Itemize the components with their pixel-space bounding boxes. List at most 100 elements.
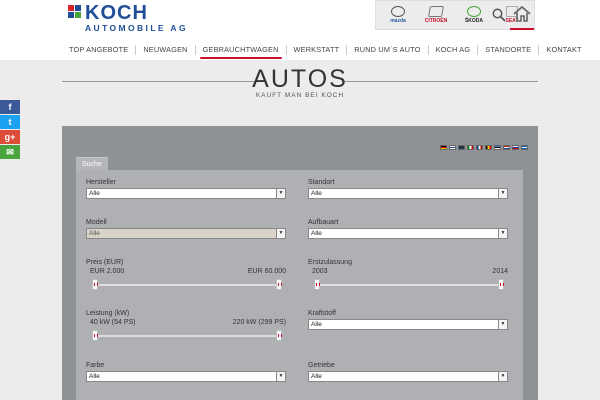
- flag-it-icon[interactable]: [467, 145, 474, 150]
- leistung-max: 220 kW (299 PS): [232, 319, 286, 326]
- tab-suche[interactable]: Suche: [76, 157, 108, 170]
- modell-select: Alle ▼: [86, 228, 286, 239]
- preis-max-handle[interactable]: [276, 279, 282, 290]
- modell-label: Modell: [86, 219, 107, 226]
- erstzulassung-range-values: 2003 2014: [308, 268, 508, 278]
- leistung-min: 40 kW (54 PS): [90, 319, 136, 326]
- flag-fr-icon[interactable]: [476, 145, 483, 150]
- aufbauart-value: Alle: [311, 230, 322, 237]
- chevron-down-icon: ▼: [276, 189, 285, 198]
- leistung-min-handle[interactable]: [92, 330, 98, 341]
- facebook-button[interactable]: f: [0, 100, 20, 114]
- field-hersteller: Hersteller Alle ▼: [86, 179, 286, 199]
- chevron-down-icon: ▼: [498, 320, 507, 329]
- preis-min: EUR 2.000: [90, 268, 125, 275]
- social-bar: f t g+ ✉: [0, 100, 20, 160]
- koch-logo[interactable]: KOCH AUTOMOBILE AG: [68, 2, 186, 35]
- nav-top-angebote[interactable]: TOP ANGEBOTE: [62, 40, 135, 60]
- erstzulassung-max-handle[interactable]: [498, 279, 504, 290]
- hersteller-label: Hersteller: [86, 179, 116, 186]
- search-button[interactable]: [488, 0, 510, 30]
- standort-value: Alle: [311, 190, 322, 197]
- brand-label: mazda: [390, 18, 406, 24]
- page-subtitle: KAUFT MAN BEI KOCH: [255, 92, 345, 99]
- field-preis: Preis (EUR) EUR 2.000 EUR 60.000: [86, 259, 286, 292]
- brand-mazda[interactable]: mazda: [387, 4, 409, 26]
- chevron-down-icon: ▼: [498, 372, 507, 381]
- preis-label: Preis (EUR): [86, 259, 124, 266]
- kraftstoff-value: Alle: [311, 321, 322, 328]
- flag-fi-icon[interactable]: [449, 145, 456, 150]
- mail-button[interactable]: ✉: [0, 145, 20, 159]
- twitter-button[interactable]: t: [0, 115, 20, 129]
- leistung-label: Leistung (kW): [86, 310, 130, 317]
- erstzulassung-slider[interactable]: [308, 278, 508, 292]
- language-flags: [440, 145, 528, 150]
- flag-be-icon[interactable]: [485, 145, 492, 150]
- twitter-icon: t: [8, 117, 12, 127]
- aufbauart-label: Aufbauart: [308, 219, 339, 226]
- mail-icon: ✉: [6, 146, 14, 157]
- nav-neuwagen[interactable]: NEUWAGEN: [136, 40, 194, 60]
- flag-ru-icon[interactable]: [512, 145, 519, 150]
- chevron-down-icon: ▼: [276, 372, 285, 381]
- erstzulassung-min-handle[interactable]: [314, 279, 320, 290]
- brand-label: ŠKODA: [464, 18, 484, 24]
- leistung-range-values: 40 kW (54 PS) 220 kW (299 PS): [86, 319, 286, 329]
- preis-min-handle[interactable]: [92, 279, 98, 290]
- nav-standorte[interactable]: STANDORTE: [478, 40, 538, 60]
- preis-max: EUR 60.000: [247, 268, 286, 275]
- hersteller-select[interactable]: Alle ▼: [86, 188, 286, 199]
- googleplus-icon: g+: [4, 132, 16, 142]
- brand-skoda[interactable]: ŠKODA: [463, 4, 485, 26]
- erstzulassung-min: 2003: [312, 268, 328, 275]
- field-standort: Standort Alle ▼: [308, 179, 508, 199]
- logo-mark: [68, 5, 82, 19]
- field-kraftstoff: Kraftstoff Alle ▼: [308, 310, 508, 330]
- search-panel: Suche Hersteller Alle ▼ Standort Alle ▼ …: [62, 126, 538, 400]
- field-leistung: Leistung (kW) 40 kW (54 PS) 220 kW (299 …: [86, 310, 286, 343]
- home-button[interactable]: [510, 0, 534, 30]
- slider-track: [94, 284, 280, 286]
- logo-name: KOCH: [85, 2, 148, 24]
- aufbauart-select[interactable]: Alle ▼: [308, 228, 508, 239]
- slider-track: [316, 284, 502, 286]
- chevron-down-icon: ▼: [498, 229, 507, 238]
- nav-kontakt[interactable]: KONTAKT: [539, 40, 588, 60]
- preis-slider[interactable]: [86, 278, 286, 292]
- googleplus-button[interactable]: g+: [0, 130, 20, 144]
- field-modell: Modell Alle ▼: [86, 219, 286, 239]
- flag-gb-icon[interactable]: [458, 145, 465, 150]
- field-erstzulassung: Erstzulassung 2003 2014: [308, 259, 508, 292]
- nav-koch-ag[interactable]: KOCH AG: [429, 40, 478, 60]
- brand-citroen[interactable]: CITROËN: [425, 4, 447, 26]
- field-getriebe: Getriebe Alle ▼: [308, 362, 508, 382]
- flag-de-icon[interactable]: [440, 145, 447, 150]
- chevron-down-icon: ▼: [498, 189, 507, 198]
- citroen-logo-icon: [428, 6, 444, 17]
- kraftstoff-select[interactable]: Alle ▼: [308, 319, 508, 330]
- main-nav: TOP ANGEBOTE NEUWAGEN GEBRAUCHTWAGEN WER…: [62, 40, 589, 60]
- leistung-max-handle[interactable]: [276, 330, 282, 341]
- nav-rund-ums-auto[interactable]: RUND UM´S AUTO: [347, 40, 427, 60]
- modell-value: Alle: [89, 230, 100, 237]
- getriebe-select[interactable]: Alle ▼: [308, 371, 508, 382]
- slider-track: [94, 335, 280, 337]
- flag-nl-icon[interactable]: [503, 145, 510, 150]
- flag-ee-icon[interactable]: [494, 145, 501, 150]
- erstzulassung-max: 2014: [492, 268, 508, 275]
- nav-werkstatt[interactable]: WERKSTATT: [287, 40, 347, 60]
- field-aufbauart: Aufbauart Alle ▼: [308, 219, 508, 239]
- standort-label: Standort: [308, 179, 335, 186]
- flag-gr-icon[interactable]: [521, 145, 528, 150]
- farbe-select[interactable]: Alle ▼: [86, 371, 286, 382]
- getriebe-value: Alle: [311, 373, 322, 380]
- mazda-logo-icon: [391, 6, 405, 17]
- farbe-value: Alle: [89, 373, 100, 380]
- nav-gebrauchtwagen[interactable]: GEBRAUCHTWAGEN: [196, 40, 286, 60]
- standort-select[interactable]: Alle ▼: [308, 188, 508, 199]
- search-form: Hersteller Alle ▼ Standort Alle ▼ Modell…: [76, 170, 523, 400]
- leistung-slider[interactable]: [86, 329, 286, 343]
- logo-subtitle: AUTOMOBILE AG: [85, 23, 188, 33]
- erstzulassung-label: Erstzulassung: [308, 259, 352, 266]
